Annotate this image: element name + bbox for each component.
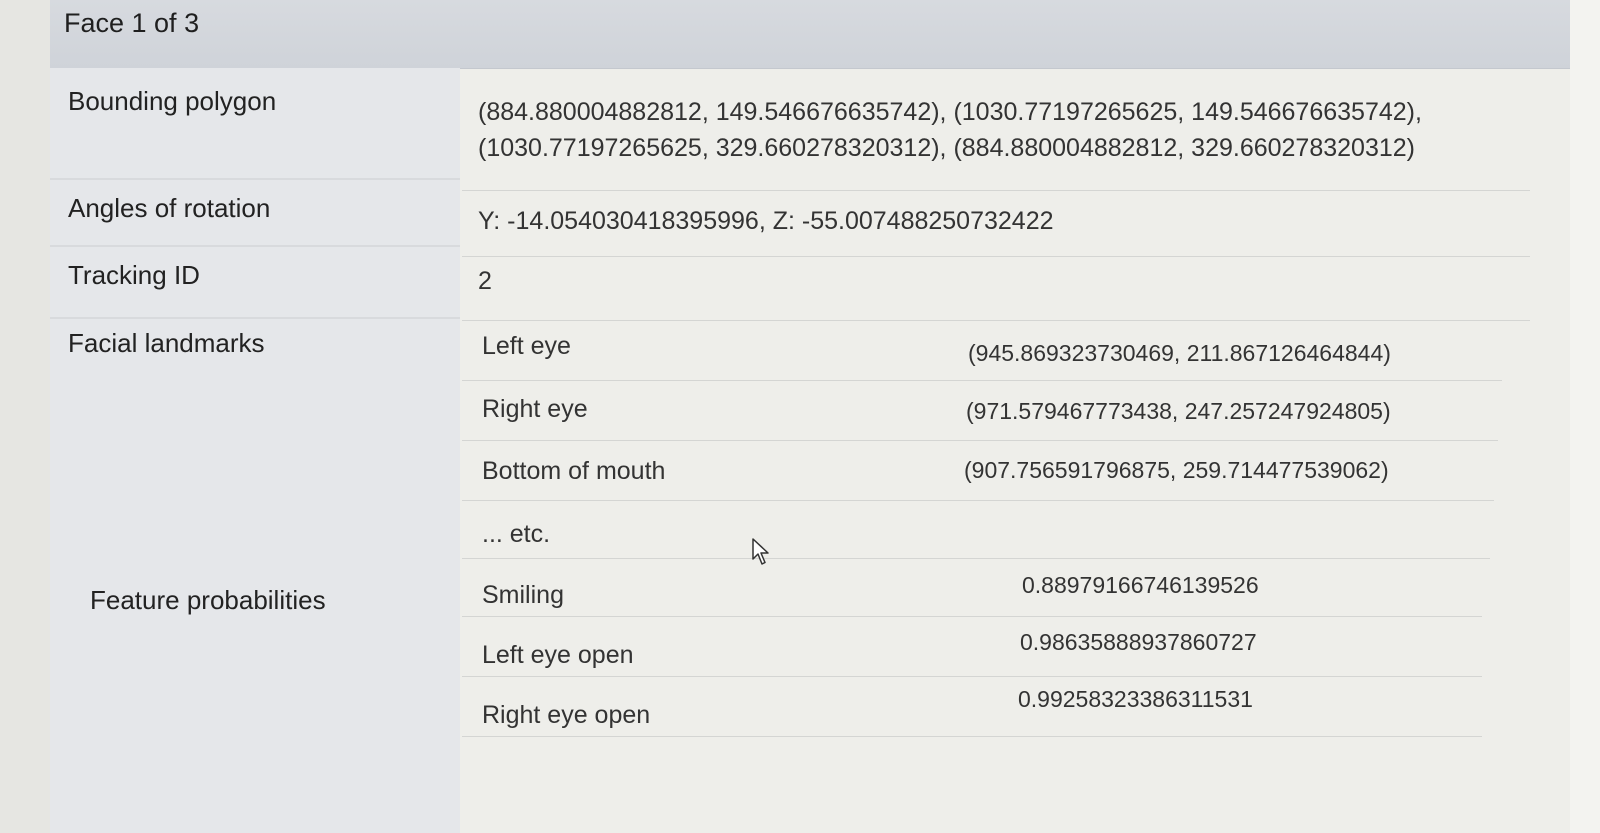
face-title: Face 1 of 3 xyxy=(64,8,200,38)
facial-landmarks-label: Facial landmarks xyxy=(68,328,265,358)
angles-of-rotation-value: Y: -14.054030418395996, Z: -55.007488250… xyxy=(478,207,1054,235)
row-divider xyxy=(462,558,1490,559)
row-divider xyxy=(462,736,1482,737)
landmark-name: Bottom of mouth xyxy=(482,457,666,485)
landmark-value: (971.579467773438, 247.257247924805) xyxy=(966,398,1391,424)
landmark-name: Right eye xyxy=(482,395,588,423)
feature-value: 0.98635888937860727 xyxy=(1020,629,1257,655)
tracking-id-value: 2 xyxy=(478,267,492,295)
landmark-value: (907.756591796875, 259.714477539062) xyxy=(964,457,1389,483)
feature-name: Right eye open xyxy=(482,701,651,729)
feature-probabilities-label: Feature probabilities xyxy=(90,585,326,615)
feature-value: 0.88979166746139526 xyxy=(1022,572,1259,598)
landmarks-etc: ... etc. xyxy=(482,520,551,548)
face-header: Face 1 of 3 xyxy=(50,0,1570,69)
row-divider xyxy=(462,676,1482,677)
face-details-panel: Face 1 of 3 Bounding polygon (884.880004… xyxy=(50,0,1570,833)
tracking-id-label: Tracking ID xyxy=(68,260,200,290)
feature-name: Left eye open xyxy=(482,641,634,669)
row-divider xyxy=(462,616,1482,617)
bounding-polygon-line-1: (884.880004882812, 149.546676635742), (1… xyxy=(478,98,1422,126)
label-divider xyxy=(50,245,460,247)
landmark-value: (945.869323730469, 211.867126464844) xyxy=(968,340,1391,366)
row-divider xyxy=(462,320,1530,321)
row-divider xyxy=(462,440,1498,441)
row-divider xyxy=(462,190,1530,191)
screen-edge xyxy=(1570,0,1600,833)
landmark-name: Left eye xyxy=(482,332,571,360)
label-divider xyxy=(50,317,460,319)
bounding-polygon-line-2: (1030.77197265625, 329.660278320312), (8… xyxy=(478,134,1415,162)
bounding-polygon-label: Bounding polygon xyxy=(68,86,277,116)
label-column xyxy=(50,68,460,833)
feature-value: 0.99258323386311531 xyxy=(1018,686,1253,712)
row-divider xyxy=(462,380,1502,381)
mouse-pointer-icon xyxy=(752,538,769,565)
label-divider xyxy=(50,178,460,180)
row-divider xyxy=(462,500,1494,501)
feature-name: Smiling xyxy=(482,581,564,609)
angles-of-rotation-label: Angles of rotation xyxy=(68,193,271,223)
row-divider xyxy=(462,256,1530,257)
